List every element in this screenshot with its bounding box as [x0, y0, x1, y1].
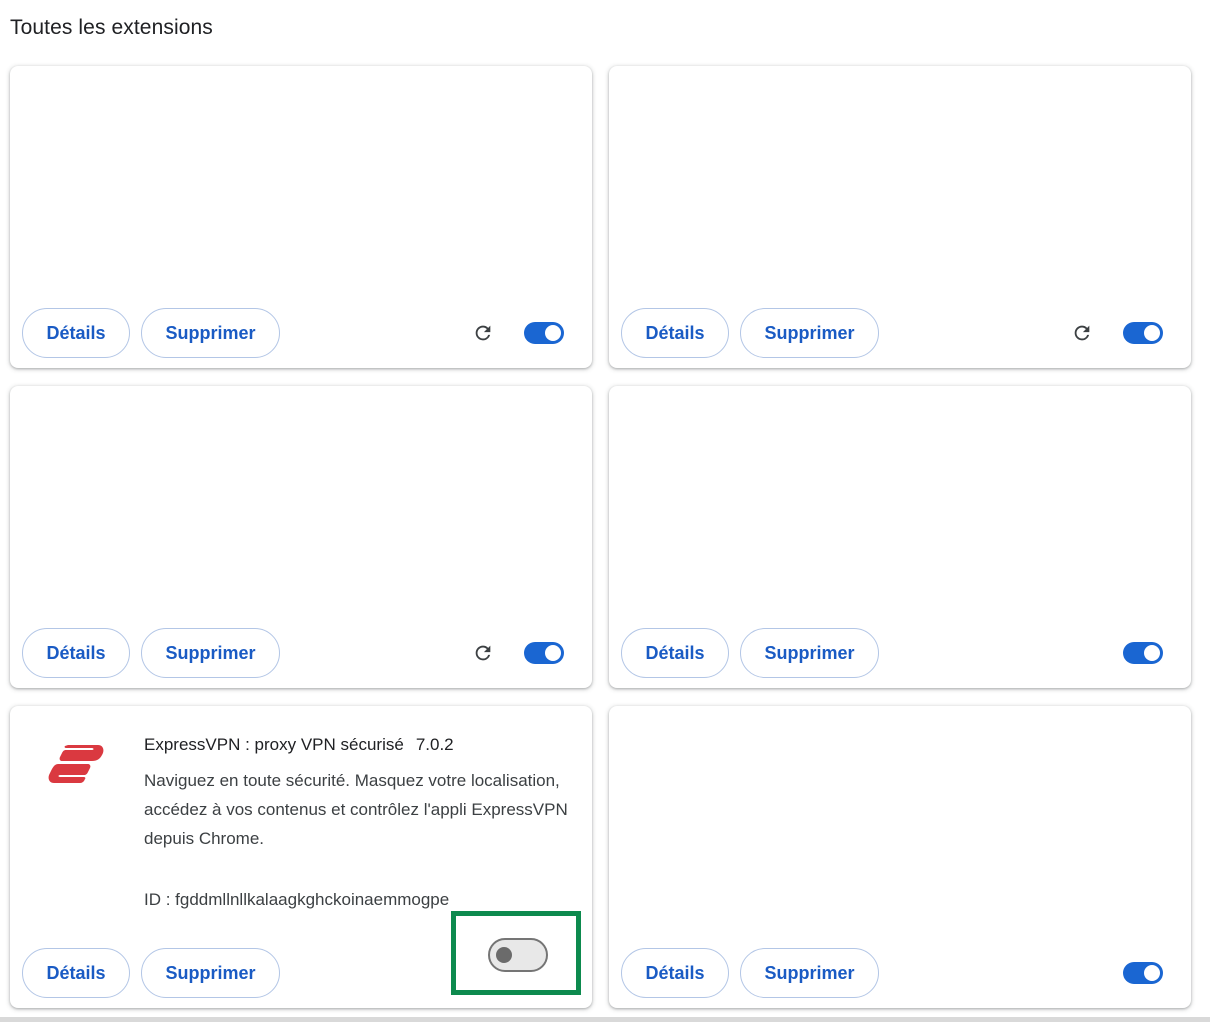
extension-card: Détails Supprimer [609, 706, 1191, 1008]
toggle-knob [1144, 325, 1160, 341]
remove-button[interactable]: Supprimer [740, 628, 879, 678]
remove-button[interactable]: Supprimer [141, 948, 280, 998]
extension-card: Détails Supprimer [609, 386, 1191, 688]
enable-toggle[interactable] [524, 322, 564, 344]
reload-icon[interactable] [470, 320, 496, 346]
enable-toggle[interactable] [1123, 642, 1163, 664]
toggle-knob [545, 325, 561, 341]
reload-icon[interactable] [1069, 320, 1095, 346]
bottom-divider [0, 1017, 1210, 1022]
remove-button[interactable]: Supprimer [740, 948, 879, 998]
details-button[interactable]: Détails [22, 628, 130, 678]
enable-toggle[interactable] [1123, 322, 1163, 344]
details-button[interactable]: Détails [621, 948, 729, 998]
remove-button[interactable]: Supprimer [141, 308, 280, 358]
details-button[interactable]: Détails [621, 628, 729, 678]
toggle-knob [545, 645, 561, 661]
details-button[interactable]: Détails [621, 308, 729, 358]
enable-toggle[interactable] [1123, 962, 1163, 984]
extension-version: 7.0.2 [415, 735, 454, 754]
details-button[interactable]: Détails [22, 948, 130, 998]
details-button[interactable]: Détails [22, 308, 130, 358]
section-title: Toutes les extensions [10, 16, 213, 39]
enable-toggle[interactable] [524, 642, 564, 664]
extension-id: ID : fgddmllnllkalaagkghckoinaemmogpe [144, 890, 450, 909]
extension-name: ExpressVPN : proxy VPN sécurisé [144, 735, 404, 754]
extension-card: Détails Supprimer [10, 386, 592, 688]
toggle-knob [1144, 965, 1160, 981]
remove-button[interactable]: Supprimer [141, 628, 280, 678]
extension-description: Naviguez en toute sécurité. Masquez votr… [144, 771, 568, 848]
reload-icon[interactable] [470, 640, 496, 666]
extension-card: Détails Supprimer [10, 66, 592, 368]
expressvpn-logo [48, 745, 104, 783]
remove-button[interactable]: Supprimer [740, 308, 879, 358]
highlight-box [451, 911, 581, 995]
extension-name-row: ExpressVPN : proxy VPN sécurisé 7.0.2 [144, 735, 454, 755]
toggle-knob [1144, 645, 1160, 661]
extension-card: Détails Supprimer [609, 66, 1191, 368]
